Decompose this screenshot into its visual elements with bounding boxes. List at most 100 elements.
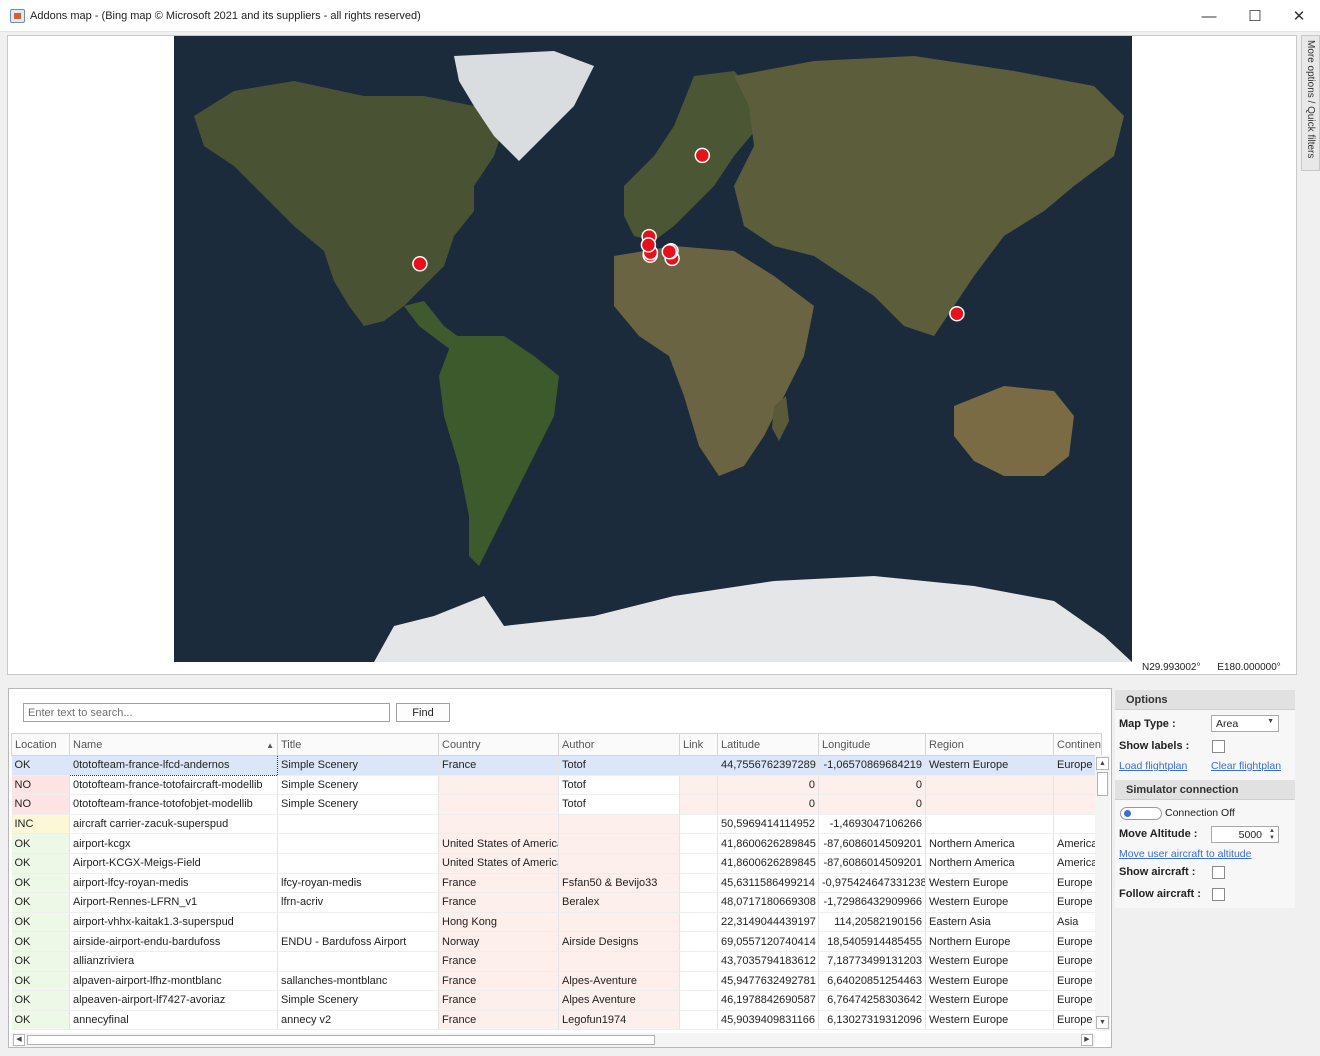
cell-title: Simple Scenery	[277, 775, 439, 796]
addon-marker[interactable]	[640, 237, 657, 253]
vertical-scrollbar[interactable]: ▲ ▼	[1095, 755, 1110, 1031]
find-button[interactable]: Find	[396, 703, 450, 722]
cell-country: France	[438, 951, 559, 972]
col-header-location[interactable]: Location	[11, 733, 70, 756]
cell-author: Legofun1974	[558, 1010, 680, 1031]
table-row[interactable]: NO 0totofteam-france-totofobjet-modellib S…	[11, 794, 1102, 815]
horizontal-scrollbar[interactable]: ◀ ▶	[11, 1033, 1095, 1047]
table-row[interactable]: OK airside-airport-endu-bardufoss ENDU - B…	[11, 931, 1102, 952]
cell-lon: -1,72986432909966	[818, 892, 926, 913]
move-altitude-label: Move Altitude :	[1119, 828, 1198, 840]
follow-aircraft-checkbox[interactable]	[1212, 888, 1225, 901]
cell-country: France	[438, 971, 559, 992]
cell-country: Hong Kong	[438, 912, 559, 933]
search-input[interactable]	[23, 703, 390, 722]
table-row[interactable]: INC aircraft carrier-zacuk-superspud 50,59…	[11, 814, 1102, 835]
cell-title: lfrn-acriv	[277, 892, 439, 913]
cell-lon: 7,18773499131203	[818, 951, 926, 972]
cell-lat: 45,9477632492781	[717, 971, 819, 992]
show-labels-checkbox[interactable]	[1212, 740, 1225, 753]
cell-lon: -0,975424647331238	[818, 873, 926, 894]
table-row[interactable]: OK airport-kcgx United States of America 41…	[11, 833, 1102, 854]
col-header-latitude[interactable]: Latitude	[717, 733, 819, 756]
minimize-button[interactable]: —	[1186, 0, 1232, 32]
cell-country: France	[438, 892, 559, 913]
scroll-down-arrow-icon[interactable]: ▼	[1096, 1016, 1109, 1029]
cell-lat: 0	[717, 794, 819, 815]
scroll-up-arrow-icon[interactable]: ▲	[1096, 757, 1109, 770]
cell-lon: -1,06570869684219	[818, 755, 926, 776]
move-altitude-value: 5000	[1238, 829, 1262, 841]
clear-flightplan-link[interactable]: Clear flightplan	[1211, 760, 1281, 772]
more-options-label: More options / Quick filters	[1305, 40, 1316, 159]
col-header-link[interactable]: Link	[679, 733, 718, 756]
table-row[interactable]: OK Airport-Rennes-LFRN_v1 lfrn-acriv France…	[11, 892, 1102, 913]
maximize-button[interactable]: ☐	[1232, 0, 1278, 32]
col-header-region[interactable]: Region	[925, 733, 1054, 756]
cell-region: Northern Europe	[925, 931, 1054, 952]
col-header-title[interactable]: Title	[277, 733, 439, 756]
cell-name: 0totofteam-france-totofobjet-modellib	[69, 794, 278, 815]
cell-lon: -87,6086014509201	[818, 853, 926, 874]
cell-status: INC	[11, 814, 70, 835]
connection-toggle[interactable]	[1120, 807, 1162, 820]
horizontal-scroll-thumb[interactable]	[27, 1035, 655, 1045]
table-row[interactable]: OK airport-lfcy-royan-medis lfcy-royan-med…	[11, 873, 1102, 894]
table-row[interactable]: OK airport-vhhx-kaitak1.3-superspud Hong K…	[11, 912, 1102, 933]
col-header-longitude[interactable]: Longitude	[818, 733, 926, 756]
addon-marker[interactable]	[412, 256, 428, 272]
table-row[interactable]: OK annecyfinal annecy v2 France Legofun1974 4…	[11, 1010, 1102, 1031]
scroll-left-arrow-icon[interactable]: ◀	[13, 1034, 25, 1046]
window-titlebar: Addons map - (Bing map © Microsoft 2021 …	[0, 0, 1320, 32]
table-row[interactable]: OK allianzriviera France 43,7035794183612 7,…	[11, 951, 1102, 972]
options-panel: Options Map Type : Area ▼ Show labels : …	[1115, 690, 1295, 908]
addon-marker[interactable]	[694, 147, 711, 164]
move-user-aircraft-link[interactable]: Move user aircraft to altitude	[1119, 848, 1251, 860]
table-row[interactable]: OK 0totofteam-france-lfcd-andernos Simple …	[11, 755, 1102, 776]
cell-status: NO	[11, 794, 70, 815]
col-header-name[interactable]: ▲ Name	[69, 733, 278, 756]
cell-status: OK	[11, 755, 70, 776]
cell-lon: -87,6086014509201	[818, 833, 926, 854]
move-altitude-stepper[interactable]: 5000 ▲ ▼	[1211, 826, 1279, 843]
cell-lon: 6,13027319312096	[818, 1010, 926, 1031]
cell-title	[277, 951, 439, 972]
latitude-readout: N29.993002°	[1142, 662, 1201, 673]
cell-author: Totof	[558, 794, 680, 815]
cell-country	[438, 794, 559, 815]
cell-link	[679, 833, 718, 854]
cell-author: Beralex	[558, 892, 680, 913]
world-map[interactable]	[174, 36, 1132, 662]
col-header-continent[interactable]: Continent	[1053, 733, 1102, 756]
cell-status: OK	[11, 1010, 70, 1031]
cell-link	[679, 892, 718, 913]
cell-region: Western Europe	[925, 971, 1054, 992]
load-flightplan-link[interactable]: Load flightplan	[1119, 760, 1187, 772]
scroll-right-arrow-icon[interactable]: ▶	[1081, 1034, 1093, 1046]
cell-region	[925, 794, 1054, 815]
col-header-author[interactable]: Author	[558, 733, 680, 756]
addon-marker[interactable]	[661, 243, 678, 260]
stepper-arrows-icon[interactable]: ▲ ▼	[1269, 828, 1275, 842]
cell-name: airport-kcgx	[69, 833, 278, 854]
vertical-scroll-thumb[interactable]	[1097, 772, 1108, 796]
col-header-name-label: Name	[73, 738, 103, 751]
cell-link	[679, 775, 718, 796]
cell-region: Western Europe	[925, 755, 1054, 776]
cell-lat: 43,7035794183612	[717, 951, 819, 972]
map-type-select[interactable]: Area ▼	[1211, 715, 1279, 732]
close-button[interactable]: ✕	[1276, 0, 1320, 32]
show-aircraft-checkbox[interactable]	[1212, 866, 1225, 879]
table-row[interactable]: OK alpaven-airport-lfhz-montblanc sallanch…	[11, 971, 1102, 992]
more-options-tab[interactable]: More options / Quick filters	[1301, 35, 1320, 171]
cell-author: Fsfan50 & Bevijo33	[558, 873, 680, 894]
addon-marker[interactable]	[949, 305, 965, 322]
cell-status: OK	[11, 833, 70, 854]
map-frame: N29.993002° E180.000000°	[7, 35, 1297, 675]
table-row[interactable]: OK alpeaven-airport-lf7427-avoriaz Simple …	[11, 990, 1102, 1011]
table-row[interactable]: OK Airport-KCGX-Meigs-Field United States …	[11, 853, 1102, 874]
table-row[interactable]: NO 0totofteam-france-totofaircraft-modell…	[11, 775, 1102, 796]
cell-name: annecyfinal	[69, 1010, 278, 1031]
col-header-country[interactable]: Country	[438, 733, 559, 756]
cell-title: Simple Scenery	[277, 990, 439, 1011]
